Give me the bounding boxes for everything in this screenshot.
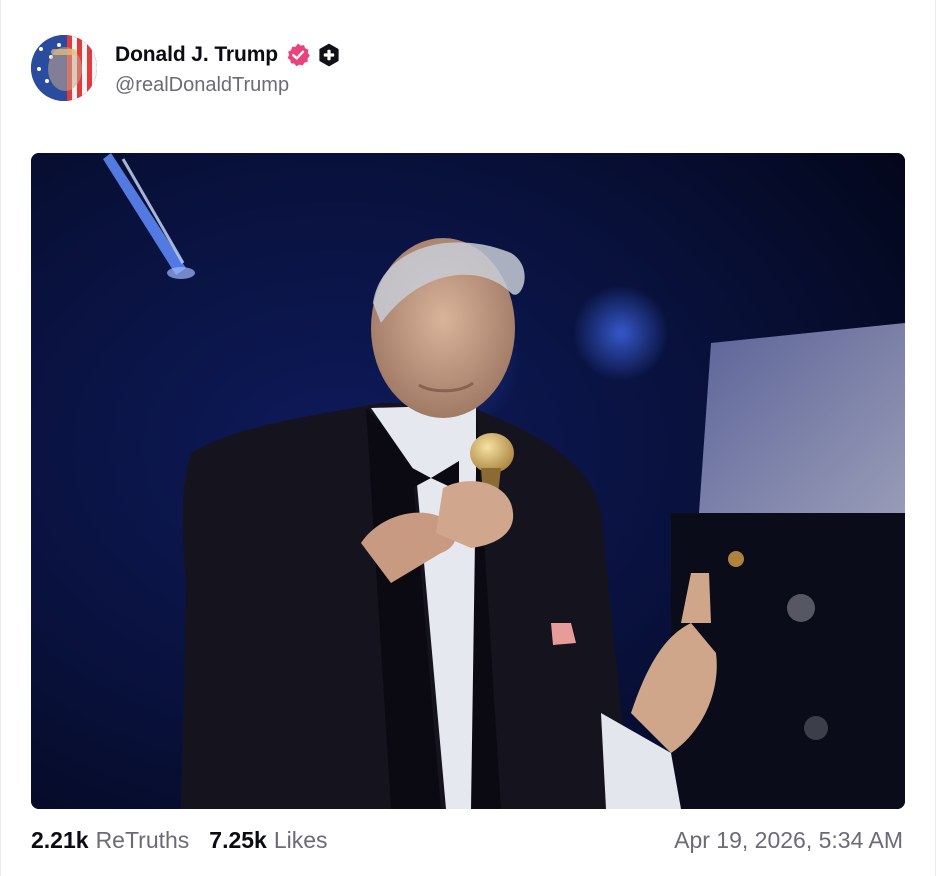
post-footer: 2.21k ReTruths 7.25k Likes Apr 19, 2026,… — [31, 822, 903, 858]
avatar[interactable] — [31, 35, 97, 101]
likes-label: Likes — [273, 826, 328, 853]
author-handle[interactable]: @realDonaldTrump — [115, 74, 341, 97]
retruths-count: 2.21k — [31, 826, 89, 853]
likes-count: 7.25k — [209, 826, 267, 853]
display-name[interactable]: Donald J. Trump — [115, 43, 278, 67]
post-card: Donald J. Trump @realDonaldTrump 2.21k R… — [0, 0, 936, 876]
retruths-label: ReTruths — [95, 826, 190, 853]
verified-badge-icon — [287, 43, 310, 66]
likes-stat[interactable]: 7.25k Likes — [209, 827, 327, 854]
post-header: Donald J. Trump @realDonaldTrump — [31, 34, 341, 102]
post-timestamp[interactable]: Apr 19, 2026, 5:34 AM — [674, 827, 903, 854]
name-row: Donald J. Trump — [115, 40, 341, 70]
retruths-stat[interactable]: 2.21k ReTruths — [31, 827, 189, 854]
post-media-video[interactable] — [31, 153, 905, 809]
plus-badge-icon — [319, 43, 339, 66]
author-info: Donald J. Trump @realDonaldTrump — [115, 40, 341, 97]
